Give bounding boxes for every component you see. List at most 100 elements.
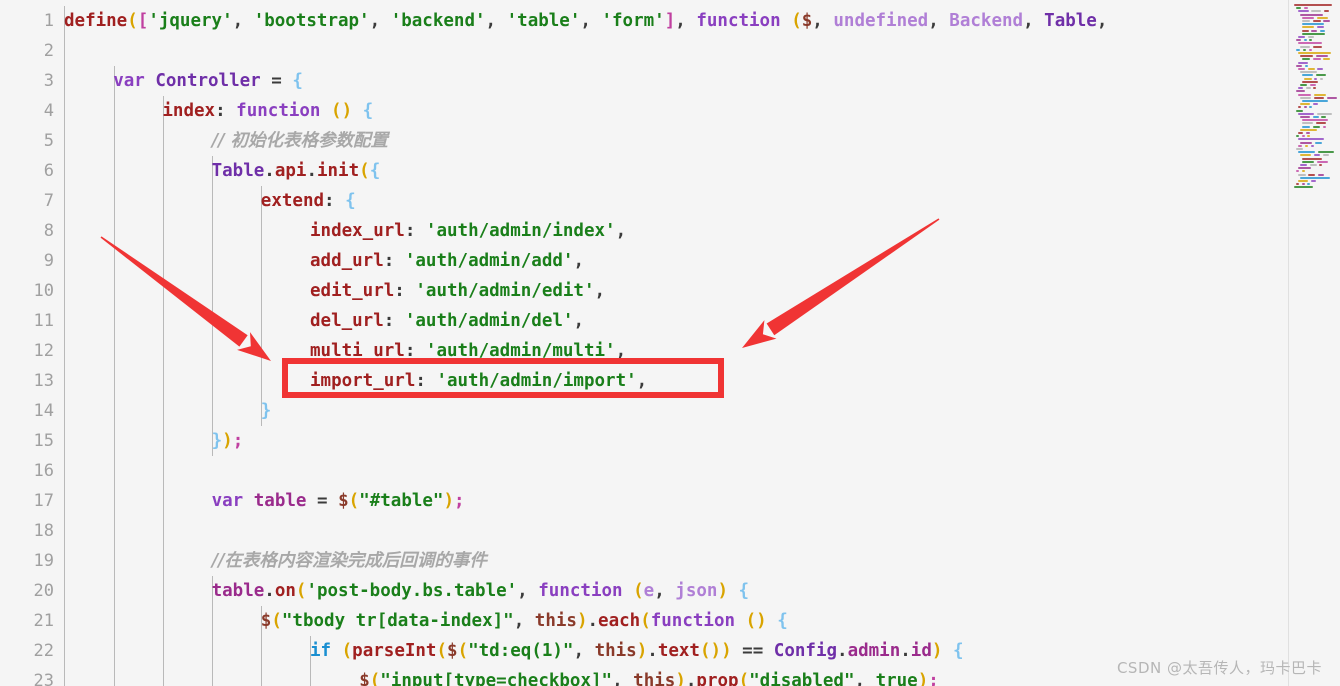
line-number-gutter: 1 2 3 4 5 6 7 8 9 10 11 12 13 14 15 16 17 18 19 20 21 22 23 <box>0 0 62 686</box>
code-line: // 初始化表格参数配置 <box>211 131 388 151</box>
minimap-line <box>1309 84 1316 86</box>
minimap-line <box>1296 109 1303 112</box>
indent-guide <box>114 66 115 686</box>
minimap-line <box>1298 68 1306 70</box>
minimap-line <box>1309 164 1317 166</box>
minimap-line <box>1302 119 1328 122</box>
minimap-line <box>1298 106 1301 109</box>
minimap-line <box>1313 96 1324 99</box>
minimap-line <box>1298 52 1331 54</box>
line-number: 23 <box>33 671 54 686</box>
minimap-line <box>1304 64 1308 67</box>
line-number: 8 <box>43 221 54 241</box>
minimap-line <box>1296 183 1299 186</box>
minimap-line <box>1317 151 1334 154</box>
minimap-line <box>1308 48 1312 51</box>
code-line: } <box>260 401 272 421</box>
minimap-line <box>1298 132 1303 134</box>
minimap-line <box>1302 122 1313 125</box>
line-number: 17 <box>33 491 54 511</box>
line-number: 11 <box>33 311 54 331</box>
csdn-watermark: CSDN @太吾传人，玛卡巴卡 <box>1116 659 1322 677</box>
minimap-line <box>1303 39 1307 42</box>
minimap-line <box>1310 180 1316 182</box>
minimap-line <box>1312 58 1321 61</box>
minimap-line <box>1321 116 1327 118</box>
code-content-area[interactable]: define(['jquery', 'bootstrap', 'backend'… <box>62 0 1288 686</box>
minimap-line <box>1296 7 1301 10</box>
minimap-line <box>1294 186 1313 189</box>
minimap-line <box>1296 90 1305 93</box>
minimap-line <box>1300 45 1310 48</box>
line-number: 12 <box>33 341 54 361</box>
minimap-line <box>1300 103 1310 106</box>
minimap-line <box>1301 183 1305 186</box>
code-line: define(['jquery', 'bootstrap', 'backend'… <box>64 11 1108 31</box>
minimap-line <box>1301 135 1305 138</box>
code-line: index_url: 'auth/admin/index', <box>310 221 627 241</box>
minimap-line <box>1302 20 1311 22</box>
code-line: table.on('post-body.bs.table', function … <box>211 581 750 601</box>
minimap-line <box>1298 151 1315 154</box>
minimap-line <box>1296 48 1300 51</box>
minimap-line <box>1316 112 1332 115</box>
minimap-line <box>1298 112 1314 115</box>
minimap-line <box>1300 154 1311 157</box>
minimap-line <box>1300 55 1313 58</box>
minimap-line <box>1302 16 1314 19</box>
code-line: add_url: 'auth/admin/add', <box>310 251 584 271</box>
import-url-highlight-box <box>282 358 724 398</box>
minimap-line <box>1300 84 1307 86</box>
minimap-line <box>1316 160 1328 163</box>
minimap-line <box>1303 7 1308 10</box>
line-number: 16 <box>33 461 54 481</box>
minimap-line <box>1302 80 1318 83</box>
code-line: $("tbody tr[data-index]", this).each(fun… <box>260 611 788 631</box>
minimap-line <box>1298 138 1324 141</box>
minimap-line <box>1298 87 1304 90</box>
minimap-line <box>1323 20 1331 22</box>
minimap-line <box>1323 10 1330 13</box>
minimap-line <box>1302 157 1322 160</box>
minimap-line <box>1294 4 1332 6</box>
minimap-line <box>1311 10 1322 13</box>
indent-guide <box>64 6 65 686</box>
minimap-line <box>1298 61 1308 64</box>
line-number: 14 <box>33 401 54 421</box>
code-line: }); <box>211 431 244 451</box>
minimap-line <box>1317 173 1325 176</box>
line-number: 4 <box>43 101 54 121</box>
minimap-line <box>1298 180 1308 182</box>
minimap-line <box>1313 154 1320 157</box>
minimap-line <box>1298 93 1311 96</box>
line-number: 22 <box>33 641 54 661</box>
minimap-line <box>1298 173 1306 176</box>
minimap-line <box>1296 170 1299 173</box>
minimap-line <box>1312 20 1321 22</box>
minimap-line <box>1302 29 1309 32</box>
line-number: 9 <box>43 251 54 271</box>
minimap-line <box>1300 164 1308 166</box>
minimap-line <box>1313 87 1317 90</box>
line-number: 20 <box>33 581 54 601</box>
minimap-line <box>1300 128 1317 131</box>
minimap-line <box>1323 58 1331 61</box>
minimap-line <box>1305 87 1311 90</box>
minimap-line <box>1316 26 1324 29</box>
line-number: 15 <box>33 431 54 451</box>
code-line: //在表格内容渲染完成后回调的事件 <box>211 551 487 571</box>
minimap-line <box>1319 164 1323 166</box>
line-number: 5 <box>43 131 54 151</box>
minimap-line <box>1307 135 1310 138</box>
minimap-line <box>1300 176 1330 179</box>
minimap[interactable] <box>1288 0 1340 686</box>
line-number: 3 <box>43 71 54 91</box>
minimap-line <box>1310 144 1314 147</box>
code-line: extend: { <box>260 191 356 211</box>
line-number: 19 <box>33 551 54 571</box>
minimap-line <box>1296 135 1299 138</box>
minimap-line <box>1303 106 1307 109</box>
minimap-line <box>1314 141 1322 144</box>
minimap-line <box>1307 183 1310 186</box>
minimap-line <box>1301 170 1305 173</box>
